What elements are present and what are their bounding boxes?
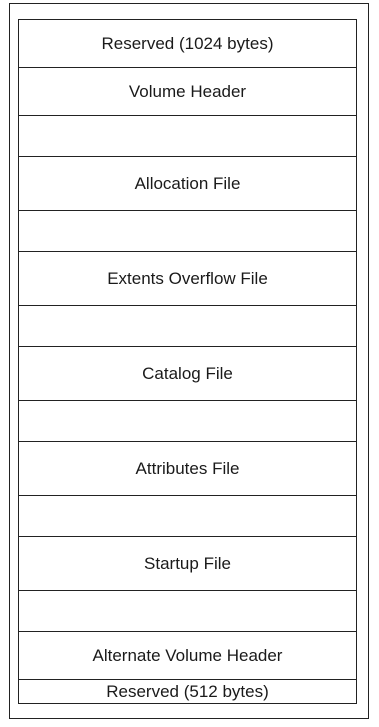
block-label: Alternate Volume Header bbox=[92, 645, 283, 665]
block-catalog-file: Catalog File bbox=[19, 347, 356, 401]
block-reserved-1024: Reserved (1024 bytes) bbox=[19, 20, 356, 68]
block-label: Allocation File bbox=[134, 173, 241, 193]
block-alternate-volume-header: Alternate Volume Header bbox=[19, 632, 356, 680]
block-attributes-file: Attributes File bbox=[19, 442, 356, 496]
block-gap-1 bbox=[19, 116, 356, 157]
block-label: Extents Overflow File bbox=[107, 268, 268, 288]
block-label: Catalog File bbox=[142, 363, 233, 383]
block-allocation-file: Allocation File bbox=[19, 157, 356, 211]
block-label: Reserved (512 bytes) bbox=[106, 681, 269, 701]
block-gap-6 bbox=[19, 591, 356, 632]
block-reserved-512: Reserved (512 bytes) bbox=[19, 680, 356, 703]
block-gap-4 bbox=[19, 401, 356, 442]
block-label: Reserved (1024 bytes) bbox=[101, 33, 274, 53]
block-volume-header: Volume Header bbox=[19, 68, 356, 116]
block-label: Attributes File bbox=[135, 458, 240, 478]
block-startup-file: Startup File bbox=[19, 537, 356, 591]
block-gap-2 bbox=[19, 211, 356, 252]
block-label: Startup File bbox=[144, 553, 231, 573]
volume-layout-diagram: Reserved (1024 bytes) Volume Header Allo… bbox=[18, 19, 357, 704]
block-label: Volume Header bbox=[128, 81, 247, 101]
block-gap-3 bbox=[19, 306, 356, 347]
block-extents-overflow-file: Extents Overflow File bbox=[19, 252, 356, 306]
block-gap-5 bbox=[19, 496, 356, 537]
